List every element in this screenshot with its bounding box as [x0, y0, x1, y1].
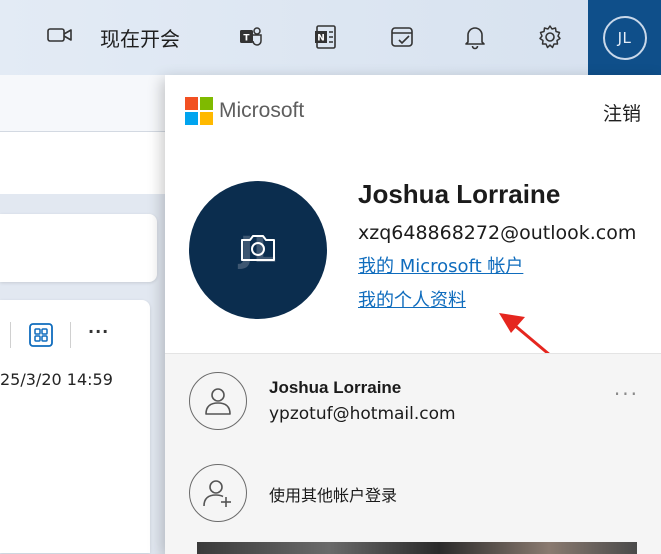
user-display-name: Joshua Lorraine [358, 179, 561, 209]
user-info: Joshua Lorraine xzq648868272@outlook.com… [358, 179, 648, 312]
teams-icon[interactable]: T [236, 22, 266, 52]
account-more-button[interactable]: ··· [614, 382, 639, 406]
switch-account-item[interactable]: Joshua Lorraine ypzotuf@hotmail.com ··· [165, 354, 661, 446]
sign-out-button[interactable]: 注销 [603, 99, 641, 126]
background-search-box[interactable] [0, 214, 157, 282]
divider [70, 322, 71, 348]
person-icon [189, 372, 247, 430]
user-email: xzq648868272@outlook.com [358, 222, 637, 244]
account-manager-button[interactable]: JL [588, 0, 661, 75]
more-options-button[interactable]: ··· [88, 322, 109, 341]
account-panel-top: Microsoft 注销 JL Joshua Lorraine xzq64886… [165, 75, 661, 373]
background-header [0, 132, 165, 194]
background-toolbar [0, 75, 165, 132]
meet-now-button[interactable]: 现在开会 [46, 22, 180, 52]
other-accounts-section: Joshua Lorraine ypzotuf@hotmail.com ··· … [165, 353, 661, 554]
todo-icon[interactable] [387, 22, 417, 52]
other-account-email: ypzotuf@hotmail.com [269, 404, 456, 424]
camera-icon [238, 232, 278, 268]
svg-text:T: T [243, 34, 250, 44]
microsoft-logo: Microsoft [185, 97, 304, 125]
background-image-strip [197, 542, 637, 554]
sign-in-other-account-item[interactable]: 使用其他帐户登录 [165, 456, 661, 546]
profile-photo-button[interactable]: JL [189, 181, 327, 319]
other-account-name: Joshua Lorraine [269, 378, 402, 397]
bell-icon[interactable] [460, 22, 490, 52]
account-panel: Microsoft 注销 JL Joshua Lorraine xzq64886… [165, 75, 661, 554]
meet-now-label: 现在开会 [100, 26, 180, 51]
divider [10, 322, 11, 348]
gear-icon[interactable] [535, 22, 565, 52]
my-microsoft-account-link[interactable]: 我的 Microsoft 帐户 [358, 252, 648, 278]
topbar-avatar: JL [602, 15, 647, 60]
onenote-icon[interactable]: N [311, 22, 341, 52]
svg-text:N: N [317, 34, 325, 44]
sign-in-other-label: 使用其他帐户登录 [269, 486, 398, 505]
top-app-bar: 现在开会 T N JL [0, 0, 661, 75]
background-message-card: ··· 25/3/20 14:59 [0, 300, 150, 553]
person-add-icon [189, 464, 247, 522]
microsoft-wordmark: Microsoft [219, 99, 305, 122]
microsoft-logo-icon [185, 97, 213, 125]
grid-icon[interactable] [28, 322, 54, 348]
message-date: 25/3/20 14:59 [0, 370, 113, 389]
video-icon [46, 25, 74, 49]
